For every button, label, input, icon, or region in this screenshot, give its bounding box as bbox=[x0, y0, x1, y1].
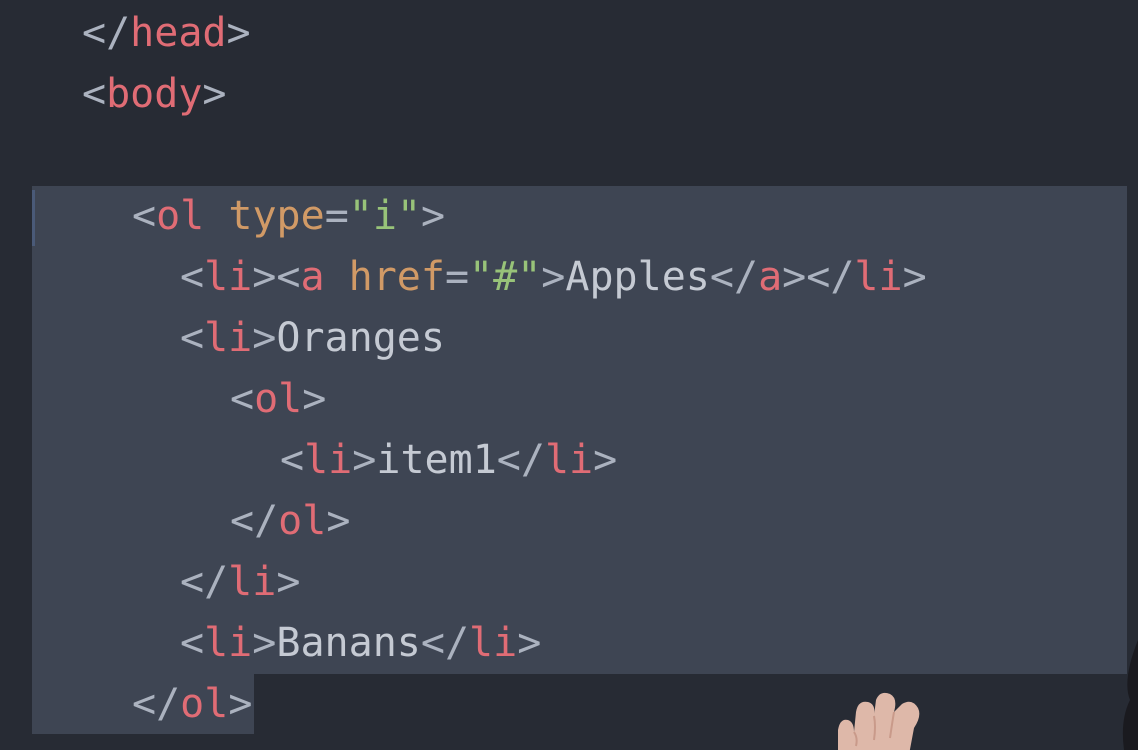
code-line: <li>Oranges bbox=[180, 308, 445, 368]
code-line: </ol> bbox=[230, 491, 350, 551]
code-token-tag: ol bbox=[180, 681, 229, 727]
code-token-punct: = bbox=[324, 193, 349, 239]
code-token-attr: type bbox=[228, 193, 325, 239]
code-token-tag: ol bbox=[254, 376, 303, 422]
code-token-tag: ol bbox=[278, 498, 327, 544]
code-token-punct: > bbox=[517, 620, 542, 666]
code-token-tag: li bbox=[204, 315, 253, 361]
code-token-punct: > bbox=[226, 10, 251, 56]
code-token-punct: > bbox=[252, 620, 277, 666]
code-token-punct: > bbox=[276, 559, 301, 605]
code-token-punct: > bbox=[252, 315, 277, 361]
code-line: <li>item1</li> bbox=[280, 430, 617, 490]
selection-gutter-marker bbox=[32, 190, 35, 246]
presenter-hand bbox=[838, 692, 920, 750]
code-token-punct: </ bbox=[496, 437, 545, 483]
code-token-txt: Apples bbox=[565, 254, 710, 300]
code-token-punct bbox=[325, 254, 349, 300]
code-token-txt: item1 bbox=[376, 437, 497, 483]
code-token-tag: li bbox=[304, 437, 353, 483]
code-token-tag: li bbox=[228, 559, 277, 605]
code-token-punct: < bbox=[180, 315, 205, 361]
code-token-punct: < bbox=[132, 193, 157, 239]
code-token-punct: </ bbox=[420, 620, 470, 666]
code-token-punct: > bbox=[326, 498, 351, 544]
presenter-arm bbox=[1122, 640, 1138, 750]
code-token-punct: > bbox=[902, 254, 927, 300]
code-token-tag: head bbox=[130, 10, 227, 56]
code-token-punct: </ bbox=[132, 681, 181, 727]
code-line: <ol type="i"> bbox=[132, 186, 445, 246]
code-token-punct: < bbox=[180, 254, 205, 300]
code-token-str: "#" bbox=[469, 254, 542, 300]
code-token-punct: = bbox=[444, 254, 470, 300]
code-token-punct: < bbox=[280, 437, 305, 483]
code-token-tag: ol bbox=[156, 193, 205, 239]
code-token-punct: </ bbox=[709, 254, 759, 300]
code-token-punct: > bbox=[593, 437, 618, 483]
code-line: <li><a href="#">Apples</a></li> bbox=[180, 247, 927, 307]
code-line: <li>Banans</li> bbox=[180, 613, 541, 673]
code-token-punct bbox=[204, 193, 228, 239]
code-token-punct: < bbox=[230, 376, 255, 422]
code-token-attr: href bbox=[348, 254, 445, 300]
code-line: <ol> bbox=[230, 369, 326, 429]
code-token-punct: </ bbox=[180, 559, 229, 605]
code-token-punct: ></ bbox=[782, 254, 855, 300]
code-token-tag: li bbox=[204, 254, 253, 300]
code-token-tag: li bbox=[854, 254, 903, 300]
code-token-txt: Oranges bbox=[276, 315, 445, 361]
code-token-tag: a bbox=[300, 254, 325, 300]
code-token-punct: > bbox=[352, 437, 377, 483]
code-token-punct: < bbox=[82, 71, 107, 117]
code-token-punct: > bbox=[541, 254, 566, 300]
code-line: </head> bbox=[82, 3, 251, 63]
code-token-tag: body bbox=[106, 71, 203, 117]
code-token-txt: Banans bbox=[276, 620, 421, 666]
code-token-punct: </ bbox=[82, 10, 131, 56]
code-line: </li> bbox=[180, 552, 300, 612]
code-line: </ol> bbox=[132, 674, 252, 734]
code-token-tag: li bbox=[204, 620, 253, 666]
code-token-punct: < bbox=[180, 620, 205, 666]
code-token-punct: > bbox=[421, 193, 446, 239]
code-token-str: "i" bbox=[348, 193, 422, 239]
code-token-tag: li bbox=[544, 437, 594, 483]
code-line: <body> bbox=[82, 64, 227, 124]
code-token-punct: </ bbox=[230, 498, 279, 544]
code-token-punct: > bbox=[228, 681, 253, 727]
code-token-tag: li bbox=[469, 620, 518, 666]
code-token-punct: >< bbox=[252, 254, 301, 300]
code-token-tag: a bbox=[758, 254, 783, 300]
code-token-punct: > bbox=[302, 376, 327, 422]
code-editor[interactable]: </head> <body> <ol type="i"> <li><a href="#… bbox=[0, 0, 1138, 750]
code-token-punct: > bbox=[202, 71, 227, 117]
